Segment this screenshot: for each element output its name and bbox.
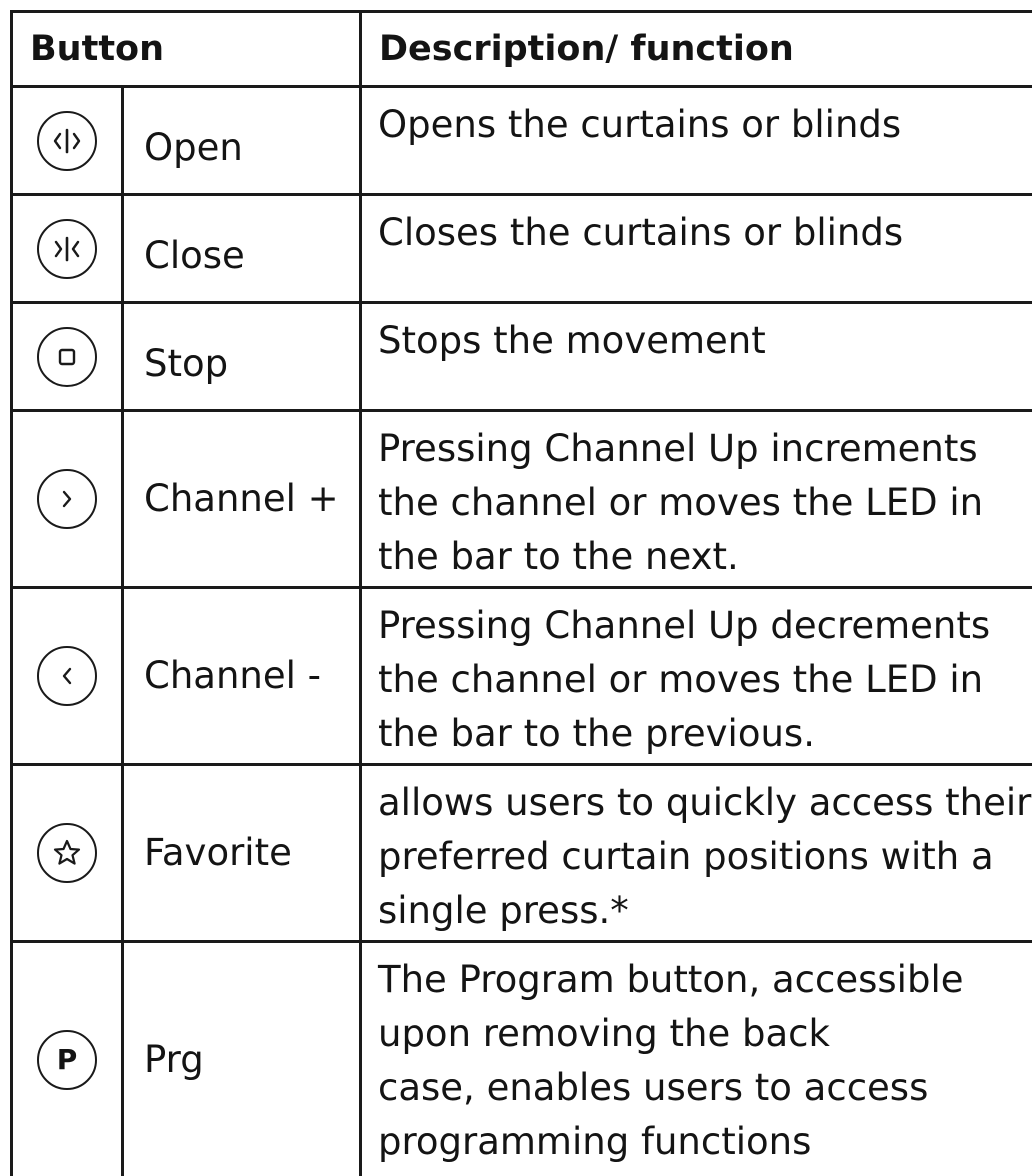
button-label: Open	[144, 126, 243, 169]
header-description: Description/ function	[379, 29, 794, 69]
description-line: The Program button, accessible	[378, 958, 964, 1001]
description-cell: allows users to quickly access their pre…	[362, 766, 1032, 938]
button-function-table: Button Description/ function Open Opens …	[10, 10, 1032, 1176]
description-line: Pressing Channel Up decrements	[378, 604, 991, 647]
description-cell: Closes the curtains or blinds	[362, 196, 1032, 260]
chevron-left-icon	[37, 646, 97, 706]
description-line: allows users to quickly access their	[378, 781, 1032, 824]
description-cell: Stops the movement	[362, 304, 1032, 368]
button-label: Stop	[144, 342, 229, 385]
button-label: Close	[144, 234, 245, 277]
table-row	[13, 766, 121, 940]
description-line: upon removing the back	[378, 1012, 830, 1055]
program-icon-letter: P	[56, 1042, 78, 1076]
description-line: preferred curtain positions with a	[378, 835, 994, 878]
table-row	[13, 196, 121, 301]
chevron-right-icon	[37, 469, 97, 529]
button-label: Channel -	[144, 654, 322, 697]
description-line: Stops the movement	[378, 319, 766, 362]
header-button: Button	[30, 29, 165, 69]
open-icon	[37, 110, 97, 171]
star-icon	[37, 823, 97, 883]
button-label: Prg	[144, 1038, 204, 1081]
description-cell: Opens the curtains or blinds	[362, 88, 1032, 152]
button-label: Favorite	[144, 831, 292, 874]
table-row	[13, 88, 121, 193]
description-cell: Pressing Channel Up increments the chann…	[362, 412, 1032, 584]
description-line: Closes the curtains or blinds	[378, 211, 904, 254]
description-cell: Pressing Channel Up decrements the chann…	[362, 589, 1032, 761]
description-cell: The Program button, accessible upon remo…	[362, 943, 1032, 1169]
description-line: case, enables users to access	[378, 1066, 929, 1109]
description-line: Pressing Channel Up increments	[378, 427, 978, 470]
table-border-top	[10, 10, 1032, 13]
stop-icon	[37, 326, 97, 387]
table-row: P	[13, 943, 121, 1176]
table-row	[13, 589, 121, 763]
close-icon	[37, 218, 97, 279]
description-line: the channel or moves the LED in	[378, 658, 984, 701]
description-line: the bar to the next.	[378, 535, 739, 578]
description-line: the bar to the previous.	[378, 712, 815, 755]
program-icon: P	[37, 1029, 97, 1090]
description-line: single press.*	[378, 889, 629, 932]
table-row	[13, 412, 121, 586]
description-line: the channel or moves the LED in	[378, 481, 984, 524]
description-line: Opens the curtains or blinds	[378, 103, 902, 146]
table-row	[13, 304, 121, 409]
description-line: programming functions	[378, 1120, 812, 1163]
button-label: Channel +	[144, 477, 339, 520]
